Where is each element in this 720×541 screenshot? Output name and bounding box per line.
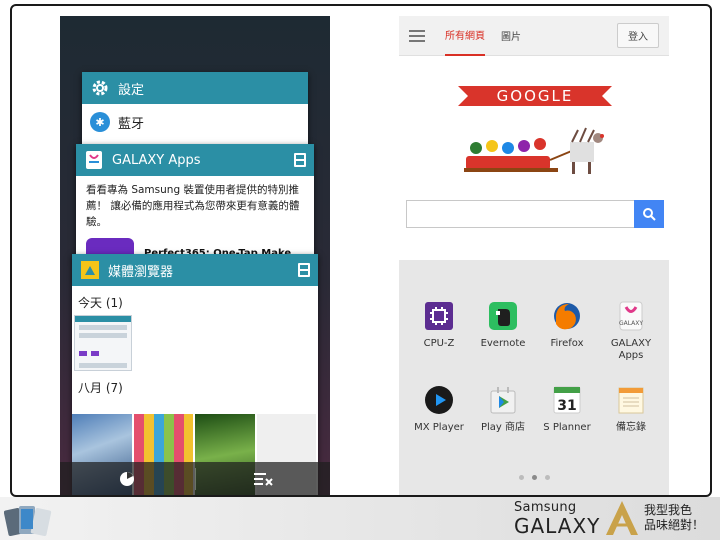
browser-screen: 所有網頁 圖片 登入 GOOGLE CPU-Z Evernote Firefox… <box>399 16 669 495</box>
recent-apps-screen: 設定 ✱ 藍牙 GALAXY Apps 看看專為 Samsung 裝置使用者提供… <box>60 16 331 495</box>
app-s-planner[interactable]: 31 S Planner <box>535 384 599 434</box>
card-title: GALAXY Apps <box>112 152 201 168</box>
task-manager-button[interactable] <box>60 462 195 495</box>
sign-in-button[interactable]: 登入 <box>617 23 659 48</box>
card-header-media-browser: 媒體瀏覽器 <box>72 254 318 286</box>
galaxy-apps-description: 看看專為 Samsung 裝置使用者提供的特別推薦！ 讓必備的應用程式為您帶來更… <box>86 184 300 228</box>
app-label: S Planner <box>543 422 591 433</box>
search-button[interactable] <box>634 200 664 228</box>
card-header-settings: 設定 <box>82 72 308 104</box>
galaxy-phones-image <box>3 503 52 537</box>
slogan: 我型我色 品味絕對！ <box>644 503 705 532</box>
cpu-z-icon <box>423 300 455 332</box>
app-play-store[interactable]: Play 商店 <box>471 384 535 434</box>
search-input[interactable] <box>406 200 634 228</box>
card-header-galaxy-apps: GALAXY Apps <box>76 144 314 176</box>
app-label: MX Player <box>414 422 464 433</box>
samsung-galaxy-logo: Samsung GALAXY <box>514 500 601 538</box>
tab-all[interactable]: 所有網頁 <box>445 16 485 56</box>
play-store-icon <box>487 384 519 416</box>
app-mx-player[interactable]: MX Player <box>407 384 471 434</box>
s-planner-icon: 31 <box>551 384 583 416</box>
settings-item-bluetooth[interactable]: ✱ 藍牙 <box>82 104 308 140</box>
mx-player-icon <box>423 384 455 416</box>
app-label: GALAXY Apps <box>610 338 652 361</box>
galaxy-a-logo-icon <box>604 499 640 537</box>
doodle-text: GOOGLE <box>497 87 574 105</box>
tab-images[interactable]: 圖片 <box>501 16 521 56</box>
recent-apps-bottom-bar <box>60 462 331 495</box>
app-launcher: CPU-Z Evernote Firefox GALAXY GALAXY App… <box>399 260 669 495</box>
settings-item-label: 藍牙 <box>118 116 145 132</box>
google-doodle[interactable]: GOOGLE <box>452 80 618 184</box>
svg-text:GALAXY: GALAXY <box>619 320 643 327</box>
app-firefox[interactable]: Firefox <box>535 300 599 362</box>
evernote-icon <box>487 300 519 332</box>
card-title: 媒體瀏覽器 <box>108 264 174 280</box>
gear-icon <box>90 78 110 98</box>
app-evernote[interactable]: Evernote <box>471 300 535 362</box>
google-top-bar: 所有網頁 圖片 登入 <box>399 16 669 56</box>
page-indicator <box>399 475 669 480</box>
media-browser-icon <box>80 260 100 280</box>
memo-icon <box>615 384 647 416</box>
app-label: 備忘錄 <box>616 422 646 433</box>
menu-icon[interactable] <box>409 29 425 42</box>
multi-window-icon[interactable] <box>294 153 306 167</box>
galaxy-apps-icon: GALAXY <box>615 300 647 332</box>
app-galaxy-apps[interactable]: GALAXY GALAXY Apps <box>599 300 663 362</box>
multi-window-icon[interactable] <box>298 263 310 277</box>
pie-chart-icon <box>120 472 135 486</box>
thumbnail-today[interactable] <box>74 315 132 371</box>
app-grid: CPU-Z Evernote Firefox GALAXY GALAXY App… <box>407 300 663 434</box>
svg-text:31: 31 <box>557 398 576 414</box>
samsung-banner: Samsung GALAXY 我型我色 品味絕對！ <box>0 497 720 540</box>
screenshot-frame: 設定 ✱ 藍牙 GALAXY Apps 看看專為 Samsung 裝置使用者提供… <box>10 4 712 497</box>
page-dot[interactable] <box>544 475 550 480</box>
clear-all-icon <box>253 473 273 486</box>
section-today: 今天 (1) <box>78 296 123 310</box>
app-label: CPU-Z <box>423 338 455 349</box>
bluetooth-icon: ✱ <box>90 112 110 132</box>
app-label: Firefox <box>550 338 584 349</box>
app-label: Evernote <box>480 338 526 349</box>
recent-card-media-browser[interactable]: 媒體瀏覽器 今天 (1) 八月 (7) <box>72 254 318 495</box>
recent-card-galaxy-apps[interactable]: GALAXY Apps 看看專為 Samsung 裝置使用者提供的特別推薦！ 讓… <box>76 144 314 264</box>
card-title: 設定 <box>118 82 145 98</box>
page-dot[interactable] <box>518 475 524 480</box>
app-label: Play 商店 <box>480 422 526 433</box>
search-icon <box>643 208 656 221</box>
app-cpu-z[interactable]: CPU-Z <box>407 300 471 362</box>
app-memo[interactable]: 備忘錄 <box>599 384 663 434</box>
section-august: 八月 (7) <box>78 381 123 395</box>
page-dot-active[interactable] <box>531 475 537 480</box>
galaxy-apps-icon <box>84 150 104 170</box>
search-bar <box>406 200 664 228</box>
firefox-icon <box>551 300 583 332</box>
close-all-button[interactable] <box>196 462 331 495</box>
